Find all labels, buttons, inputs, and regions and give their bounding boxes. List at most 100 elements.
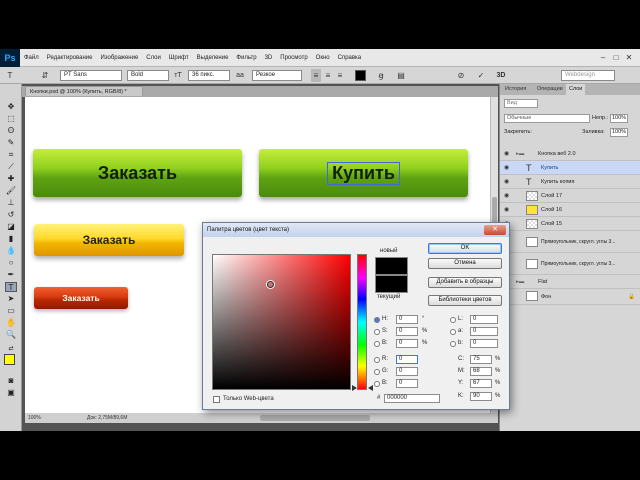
current-color-swatch[interactable] xyxy=(375,275,408,293)
visibility-eye-icon[interactable]: ◉ xyxy=(504,147,512,161)
hue-slider[interactable] xyxy=(357,254,367,390)
menu-view[interactable]: Просмотр xyxy=(276,55,311,61)
saturation-radio[interactable] xyxy=(374,329,380,335)
quick-mask-icon[interactable]: ◙ xyxy=(5,376,17,386)
menu-layers[interactable]: Слои xyxy=(142,55,165,61)
text-color-swatch[interactable] xyxy=(355,70,366,81)
commit-icon[interactable]: ✓ xyxy=(475,69,487,82)
brightness-radio[interactable] xyxy=(374,341,380,347)
black-field[interactable]: 90 xyxy=(470,392,492,401)
blur-tool-icon[interactable]: 💧 xyxy=(5,246,17,256)
layer-row[interactable]: ◉ ▸▬ Flat xyxy=(500,275,640,289)
menu-3d[interactable]: 3D xyxy=(261,55,277,61)
b-radio[interactable] xyxy=(450,341,456,347)
align-right-icon[interactable]: ≡ xyxy=(335,69,345,82)
screen-mode-icon[interactable]: ▣ xyxy=(5,388,17,398)
type-tool-icon[interactable]: T xyxy=(4,69,16,82)
workspace-select[interactable]: Webdesign xyxy=(561,70,615,81)
layer-row[interactable]: ◉ T Купить копия xyxy=(500,175,640,189)
font-size-select[interactable]: 36 пикс. xyxy=(188,70,230,81)
antialias-select[interactable]: Резкое xyxy=(252,70,302,81)
cancel-icon[interactable]: ⊘ xyxy=(455,69,467,82)
crop-tool-icon[interactable]: ⌗ xyxy=(5,150,17,160)
history-brush-tool-icon[interactable]: ↺ xyxy=(5,210,17,220)
blend-mode-select[interactable]: Обычные xyxy=(504,114,590,123)
magenta-field[interactable]: 68 xyxy=(470,367,492,376)
visibility-eye-icon[interactable]: ◉ xyxy=(504,161,512,175)
menu-help[interactable]: Справка xyxy=(334,55,366,61)
menu-filter[interactable]: Фильтр xyxy=(232,55,260,61)
layer-row[interactable]: ◉ Слой 17 xyxy=(500,189,640,203)
move-tool-icon[interactable]: ✥ xyxy=(5,102,17,112)
font-family-select[interactable]: PT Sans xyxy=(60,70,122,81)
red-radio[interactable] xyxy=(374,357,380,363)
hue-field[interactable]: 0 xyxy=(396,315,418,324)
tab-history[interactable]: История xyxy=(502,84,529,95)
cyan-field[interactable]: 75 xyxy=(470,355,492,364)
opacity-field[interactable]: 100% xyxy=(610,114,628,123)
type-tool-icon[interactable]: T xyxy=(5,282,17,292)
ok-button[interactable]: OK xyxy=(428,243,502,254)
marquee-tool-icon[interactable]: ⬚ xyxy=(5,114,17,124)
3d-label[interactable]: 3D xyxy=(493,69,509,82)
text-orientation-icon[interactable]: ⇵ xyxy=(40,69,50,82)
green-radio[interactable] xyxy=(374,369,380,375)
layer-row[interactable]: ◉ Прямоугольник, скругл. углы 3... xyxy=(500,231,640,253)
menu-file[interactable]: Файл xyxy=(20,55,43,61)
menu-type[interactable]: Шрифт xyxy=(165,55,193,61)
tab-actions[interactable]: Операции xyxy=(534,84,566,95)
color-libraries-button[interactable]: Библиотеки цветов xyxy=(428,295,502,306)
a-field[interactable]: 0 xyxy=(470,327,498,336)
document-tab[interactable]: Кнопки.psd @ 100% (Купить, RGB/8) * xyxy=(25,86,143,96)
hue-radio[interactable] xyxy=(374,317,380,323)
hue-slider-right-arrow-icon[interactable] xyxy=(368,385,373,391)
blue-field[interactable]: 0 xyxy=(396,379,418,388)
warp-text-icon[interactable]: ꞡ xyxy=(375,69,387,82)
saturation-field[interactable]: 0 xyxy=(396,327,418,336)
lightness-radio[interactable] xyxy=(450,317,456,323)
layer-row[interactable]: ◉ Прямоугольник, скругл. углы 3... xyxy=(500,253,640,275)
menu-window[interactable]: Окно xyxy=(312,55,334,61)
character-panel-icon[interactable]: ▤ xyxy=(395,69,407,82)
hex-field[interactable]: 000000 xyxy=(384,394,440,403)
pen-tool-icon[interactable]: ✒ xyxy=(5,270,17,280)
zoom-level[interactable]: 100% xyxy=(28,413,41,423)
brightness-field[interactable]: 0 xyxy=(396,339,418,348)
buy-button-large[interactable]: Купить xyxy=(259,149,468,197)
healing-brush-tool-icon[interactable]: ✚ xyxy=(5,174,17,184)
visibility-eye-icon[interactable]: ◉ xyxy=(504,203,512,217)
menu-select[interactable]: Выделение xyxy=(193,55,233,61)
hue-slider-left-arrow-icon[interactable] xyxy=(352,385,357,391)
quick-select-tool-icon[interactable]: ✎ xyxy=(5,138,17,148)
lightness-field[interactable]: 0 xyxy=(470,315,498,324)
blue-radio[interactable] xyxy=(374,381,380,387)
brush-tool-icon[interactable]: 🖌 xyxy=(5,186,17,196)
align-center-icon[interactable]: ≡ xyxy=(323,69,333,82)
order-button-large[interactable]: Заказать xyxy=(33,149,242,197)
layer-row[interactable]: ◉ ▸▬ Кнопка веб 2.0 xyxy=(500,147,640,161)
tab-layers[interactable]: Слои xyxy=(566,84,586,95)
cancel-button[interactable]: Отмена xyxy=(428,258,502,269)
green-field[interactable]: 0 xyxy=(396,367,418,376)
yellow-field[interactable]: 67 xyxy=(470,379,492,388)
swap-colors-icon[interactable]: ⇄ xyxy=(5,344,17,354)
layer-filter-select[interactable]: Вид xyxy=(504,99,538,108)
color-field-cursor[interactable] xyxy=(267,281,274,288)
layer-row-selected[interactable]: ◉ T Купить xyxy=(500,161,640,175)
color-field[interactable] xyxy=(212,254,351,390)
stamp-tool-icon[interactable]: ⊥ xyxy=(5,198,17,208)
fill-field[interactable]: 100% xyxy=(610,128,628,137)
align-left-icon[interactable]: ≡ xyxy=(311,69,321,82)
lasso-tool-icon[interactable]: ʘ xyxy=(5,126,17,136)
path-select-tool-icon[interactable]: ➤ xyxy=(5,294,17,304)
web-colors-checkbox[interactable] xyxy=(213,396,220,403)
menu-image[interactable]: Изображение xyxy=(96,55,142,61)
a-radio[interactable] xyxy=(450,329,456,335)
eraser-tool-icon[interactable]: ◪ xyxy=(5,222,17,232)
zoom-tool-icon[interactable]: 🔍 xyxy=(5,330,17,340)
order-button-medium[interactable]: Заказать xyxy=(34,224,184,256)
add-to-swatches-button[interactable]: Добавить в образцы xyxy=(428,277,502,288)
close-icon[interactable]: ✕ xyxy=(484,225,506,235)
layer-row[interactable]: ◉ Фон 🔒 xyxy=(500,289,640,305)
font-style-select[interactable]: Bold xyxy=(127,70,169,81)
